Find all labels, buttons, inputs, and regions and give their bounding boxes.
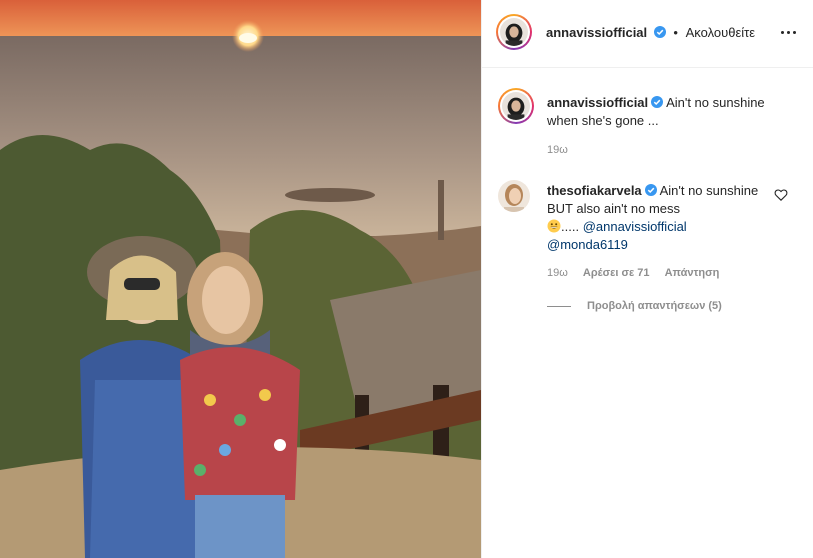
author-avatar[interactable] bbox=[496, 14, 532, 50]
verified-badge-icon bbox=[644, 184, 657, 196]
mention-link[interactable]: @annavissiofficial bbox=[583, 219, 687, 234]
caption-timestamp[interactable]: 19ω bbox=[547, 144, 568, 156]
reply-button[interactable]: Απάντηση bbox=[665, 267, 720, 279]
commenter-avatar-image bbox=[498, 180, 530, 212]
commenter-username[interactable]: thesofiakarvela bbox=[547, 183, 642, 198]
author-username[interactable]: annavissiofficial bbox=[546, 25, 647, 40]
more-options-icon[interactable] bbox=[779, 24, 799, 42]
author-avatar-image bbox=[500, 18, 528, 46]
caption-text: annavissiofficial Ain't no sunshine when… bbox=[547, 94, 787, 130]
post-header: annavissiofficial • Ακολουθείτε bbox=[482, 0, 813, 68]
view-replies-label: Προβολή απαντήσεων (5) bbox=[587, 300, 722, 312]
view-replies-button[interactable]: Προβολή απαντήσεων (5) bbox=[547, 300, 722, 312]
comment-text: thesofiakarvela Ain't no sunshine BUT al… bbox=[547, 182, 769, 254]
comment-likes[interactable]: Αρέσει σε 71 bbox=[583, 267, 650, 279]
commenter-avatar[interactable] bbox=[498, 180, 530, 212]
post-side-panel: annavissiofficial • Ακολουθείτε annaviss… bbox=[482, 0, 813, 558]
following-button[interactable]: Ακολουθείτε bbox=[686, 25, 755, 40]
follow-separator: • bbox=[673, 25, 678, 40]
caption-avatar-image bbox=[502, 92, 530, 120]
heart-outline-icon[interactable] bbox=[774, 188, 788, 202]
grinning-emoji-icon bbox=[547, 219, 561, 233]
caption-author-avatar[interactable] bbox=[498, 88, 534, 124]
replies-line bbox=[547, 305, 571, 307]
comment-ellipsis: ..... bbox=[561, 219, 580, 234]
post-photo[interactable] bbox=[0, 0, 481, 558]
verified-badge-icon bbox=[653, 26, 666, 38]
comment-meta: 19ω Αρέσει σε 71 Απάντηση bbox=[547, 267, 731, 279]
verified-badge-icon bbox=[651, 96, 664, 108]
mention-link[interactable]: @monda6119 bbox=[547, 237, 628, 252]
comment-timestamp[interactable]: 19ω bbox=[547, 267, 568, 279]
caption-username[interactable]: annavissiofficial bbox=[547, 95, 648, 110]
sunset-photo-illustration bbox=[0, 0, 481, 558]
